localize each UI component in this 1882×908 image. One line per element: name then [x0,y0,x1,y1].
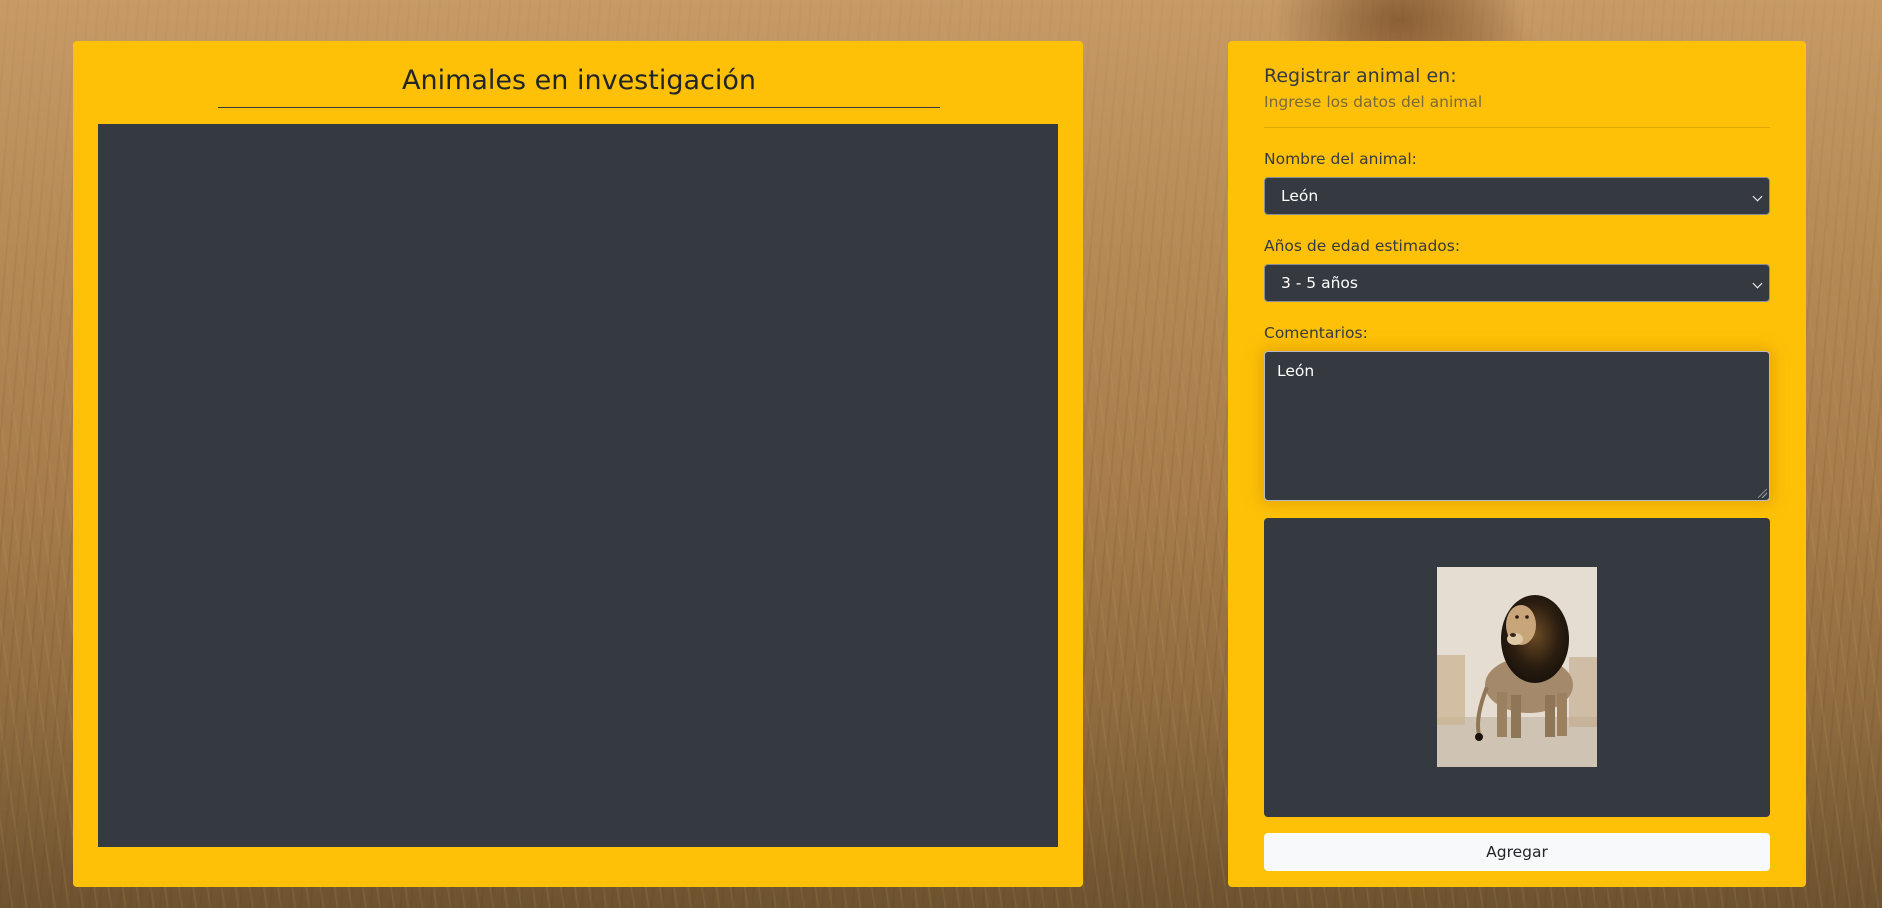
comments-value: León [1277,362,1315,380]
animal-name-select[interactable]: León [1264,177,1770,215]
lion-illustration [1437,567,1597,767]
register-title: Registrar animal en: [1264,65,1457,87]
research-animals-panel [98,124,1058,847]
register-animal-card: Registrar animal en: Ingrese los datos d… [1228,41,1806,887]
research-animals-title: Animales en investigación [218,63,940,108]
lion-preview-image [1437,567,1597,767]
header-divider [1264,127,1770,128]
age-select[interactable]: 3 - 5 años [1264,264,1770,302]
animal-image-panel [1264,518,1770,817]
chevron-down-icon [1752,278,1763,289]
animal-name-label: Nombre del animal: [1264,150,1417,168]
resize-grip-icon[interactable] [1758,489,1767,498]
comments-textarea[interactable]: León [1264,351,1770,501]
add-button[interactable]: Agregar [1264,833,1770,871]
chevron-down-icon [1752,191,1763,202]
animal-name-value: León [1281,187,1319,205]
age-label: Años de edad estimados: [1264,237,1461,255]
register-subtitle: Ingrese los datos del animal [1264,93,1483,111]
age-value: 3 - 5 años [1281,274,1358,292]
comments-label: Comentarios: [1264,324,1368,342]
research-animals-card: Animales en investigación [73,41,1083,887]
